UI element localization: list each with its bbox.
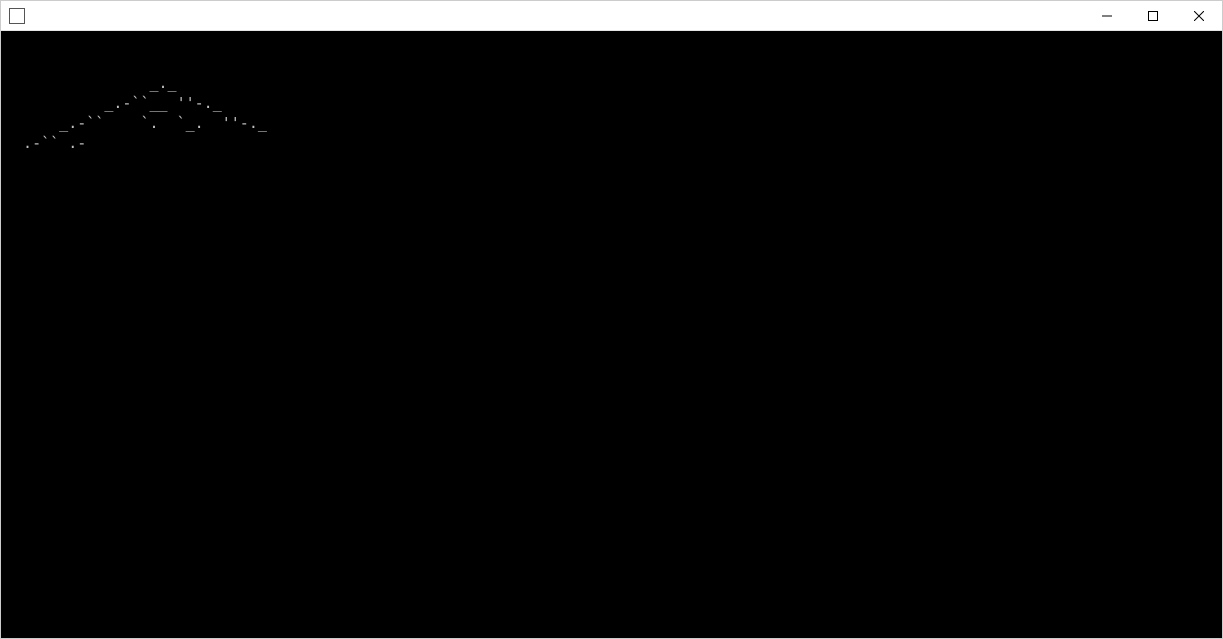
window-frame: _._ _.-``__ ''-._ _.-`` `. `_. ''-._ .-`… xyxy=(0,0,1223,639)
close-button[interactable] xyxy=(1176,1,1222,31)
app-icon xyxy=(9,8,25,24)
maximize-button[interactable] xyxy=(1130,1,1176,31)
titlebar[interactable] xyxy=(1,1,1222,31)
minimize-button[interactable] xyxy=(1084,1,1130,31)
minimize-icon xyxy=(1102,11,1112,21)
terminal-output[interactable]: _._ _.-``__ ''-._ _.-`` `. `_. ''-._ .-`… xyxy=(1,31,1222,638)
maximize-icon xyxy=(1148,11,1158,21)
close-icon xyxy=(1194,11,1204,21)
window-controls xyxy=(1084,1,1222,31)
